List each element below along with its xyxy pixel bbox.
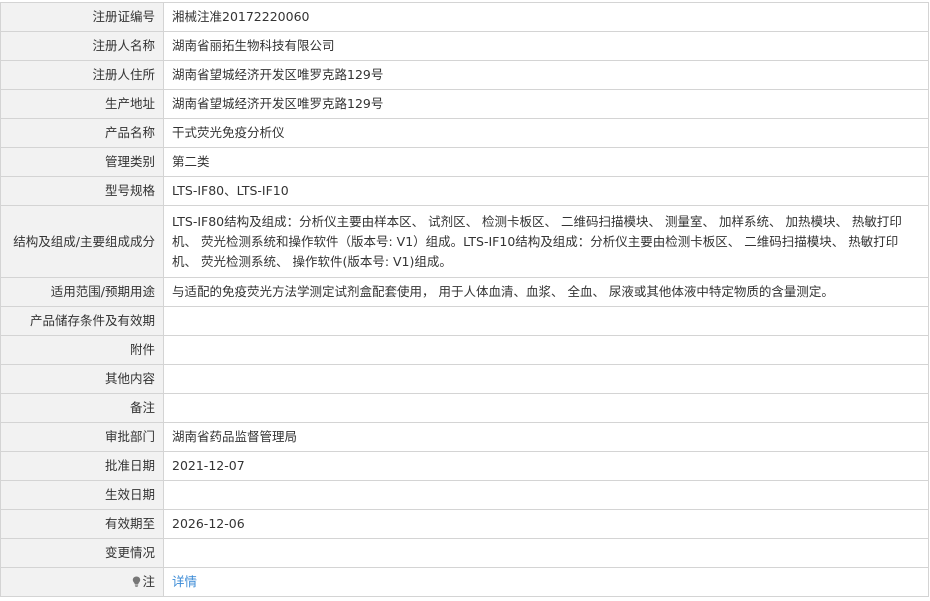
field-label: 其他内容 [0, 364, 164, 394]
field-label: 注册证编号 [0, 2, 164, 32]
lightbulb-icon [133, 576, 141, 587]
field-label: 注册人名称 [0, 31, 164, 61]
details-link[interactable]: 详情 [172, 574, 197, 589]
row-other-content: 其他内容 [0, 364, 929, 394]
registration-info-table: 注册证编号 湘械注准20172220060 注册人名称 湖南省丽拓生物科技有限公… [0, 2, 929, 597]
row-management-category: 管理类别 第二类 [0, 147, 929, 177]
note-label-cell: 注 [0, 567, 164, 597]
row-intended-use: 适用范围/预期用途 与适配的免疫荧光方法学测定试剂盒配套使用， 用于人体血清、血… [0, 277, 929, 307]
field-label: 生效日期 [0, 480, 164, 510]
note-value-cell: 详情 [163, 567, 929, 597]
row-effective-date: 生效日期 [0, 480, 929, 510]
row-model-spec: 型号规格 LTS-IF80、LTS-IF10 [0, 176, 929, 206]
row-storage-conditions: 产品储存条件及有效期 [0, 306, 929, 336]
field-value: 2026-12-06 [163, 509, 929, 539]
field-label: 产品储存条件及有效期 [0, 306, 164, 336]
field-value: 湖南省望城经济开发区唯罗克路129号 [163, 60, 929, 90]
row-approval-department: 审批部门 湖南省药品监督管理局 [0, 422, 929, 452]
field-label: 有效期至 [0, 509, 164, 539]
row-production-address: 生产地址 湖南省望城经济开发区唯罗克路129号 [0, 89, 929, 119]
row-registration-number: 注册证编号 湘械注准20172220060 [0, 2, 929, 32]
field-label: 变更情况 [0, 538, 164, 568]
field-value [163, 335, 929, 365]
field-value: 第二类 [163, 147, 929, 177]
field-value [163, 306, 929, 336]
field-label: 备注 [0, 393, 164, 423]
row-valid-until: 有效期至 2026-12-06 [0, 509, 929, 539]
field-value: 湖南省望城经济开发区唯罗克路129号 [163, 89, 929, 119]
field-label: 产品名称 [0, 118, 164, 148]
field-value: 与适配的免疫荧光方法学测定试剂盒配套使用， 用于人体血清、血浆、 全血、 尿液或… [163, 277, 929, 307]
field-label: 型号规格 [0, 176, 164, 206]
field-value [163, 480, 929, 510]
field-label: 注册人住所 [0, 60, 164, 90]
field-value: 湖南省药品监督管理局 [163, 422, 929, 452]
field-value: LTS-IF80、LTS-IF10 [163, 176, 929, 206]
field-label: 批准日期 [0, 451, 164, 481]
field-value: 2021-12-07 [163, 451, 929, 481]
row-structure-composition: 结构及组成/主要组成成分 LTS-IF80结构及组成：分析仪主要由样本区、 试剂… [0, 205, 929, 278]
field-value: 湘械注准20172220060 [163, 2, 929, 32]
row-registrant-address: 注册人住所 湖南省望城经济开发区唯罗克路129号 [0, 60, 929, 90]
note-label: 注 [142, 574, 155, 589]
field-label: 适用范围/预期用途 [0, 277, 164, 307]
row-registrant-name: 注册人名称 湖南省丽拓生物科技有限公司 [0, 31, 929, 61]
field-label: 附件 [0, 335, 164, 365]
row-remarks: 备注 [0, 393, 929, 423]
field-value: 干式荧光免疫分析仪 [163, 118, 929, 148]
field-label: 管理类别 [0, 147, 164, 177]
row-attachments: 附件 [0, 335, 929, 365]
row-product-name: 产品名称 干式荧光免疫分析仪 [0, 118, 929, 148]
registration-info-panel: 注册证编号 湘械注准20172220060 注册人名称 湖南省丽拓生物科技有限公… [0, 2, 929, 597]
field-value [163, 393, 929, 423]
field-label: 生产地址 [0, 89, 164, 119]
field-value [163, 364, 929, 394]
field-value: 湖南省丽拓生物科技有限公司 [163, 31, 929, 61]
field-value: LTS-IF80结构及组成：分析仪主要由样本区、 试剂区、 检测卡板区、 二维码… [163, 205, 929, 278]
field-value [163, 538, 929, 568]
row-change-history: 变更情况 [0, 538, 929, 568]
row-approval-date: 批准日期 2021-12-07 [0, 451, 929, 481]
field-label: 结构及组成/主要组成成分 [0, 205, 164, 278]
field-label: 审批部门 [0, 422, 164, 452]
row-note: 注 详情 [0, 567, 929, 597]
